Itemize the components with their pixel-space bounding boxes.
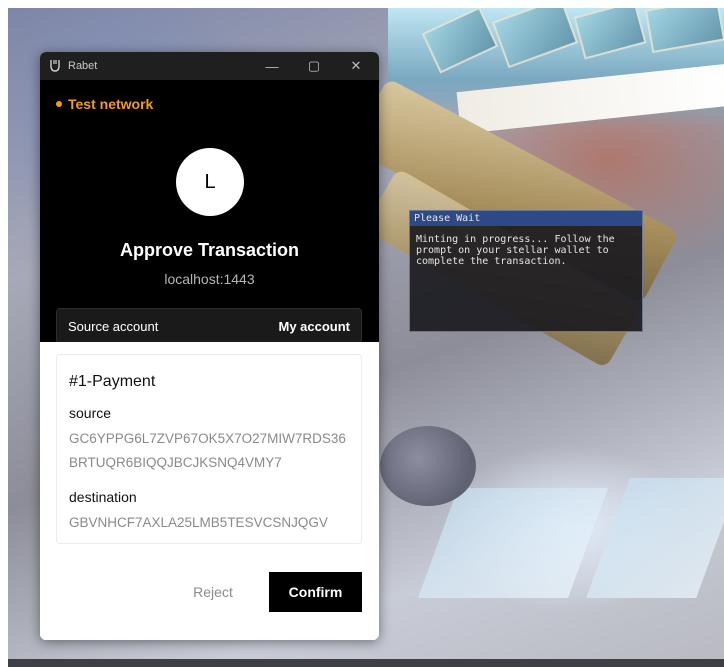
avatar-letter: L	[204, 170, 216, 193]
floor-tile	[417, 488, 609, 598]
operation-card[interactable]: #1-Payment source GC6YPPG6L7ZVP67OK5X7O2…	[56, 354, 362, 544]
source-value: GC6YPPG6L7ZVP67OK5X7O27MIW7RDS36BRTUQR6B…	[69, 431, 346, 470]
account-name: My account	[278, 318, 350, 334]
operation-title: #1-Payment	[69, 373, 156, 390]
network-label: Test network	[68, 96, 154, 112]
destination-label: destination	[69, 489, 137, 505]
rabet-window: Rabet — ▢ ✕ Test network L Approve Trans…	[40, 52, 379, 640]
network-indicator: Test network	[56, 96, 153, 112]
minimize-icon: —	[265, 58, 279, 74]
site-host: localhost:1443	[164, 271, 255, 287]
confirm-button[interactable]: Confirm	[269, 572, 362, 612]
minimize-button[interactable]: —	[251, 52, 293, 80]
rabet-logo-icon	[50, 60, 60, 72]
floor-tile	[586, 478, 724, 598]
operation-section: #1-Payment source GC6YPPG6L7ZVP67OK5X7O2…	[40, 342, 379, 640]
maximize-icon: ▢	[307, 58, 321, 73]
window-title: Rabet	[68, 60, 98, 72]
close-icon: ✕	[350, 58, 362, 73]
page-title: Approve Transaction	[119, 240, 300, 260]
destination-value: GBVNHCF7AXLA25LMB5TESVCSNJQGV	[69, 515, 328, 530]
source-label: source	[69, 405, 112, 421]
taskbar-strip	[8, 659, 724, 667]
close-button[interactable]: ✕	[335, 52, 377, 80]
title-bar[interactable]: Rabet — ▢ ✕	[40, 52, 379, 80]
reject-button[interactable]: Reject	[180, 572, 246, 612]
request-header: Test network L Approve Transaction local…	[40, 80, 379, 344]
maximize-button[interactable]: ▢	[293, 52, 335, 80]
please-wait-dialog: Please Wait Minting in progress... Follo…	[409, 210, 643, 332]
action-bar: Reject Confirm	[40, 572, 379, 612]
site-avatar: L	[176, 148, 244, 216]
dialog-title: Please Wait	[410, 211, 642, 226]
dialog-message: Minting in progress... Follow the prompt…	[416, 234, 615, 267]
account-row: Source account My account	[56, 308, 362, 344]
source-account-label: Source account	[68, 318, 159, 334]
network-dot-icon	[56, 101, 62, 107]
rock	[380, 426, 476, 506]
